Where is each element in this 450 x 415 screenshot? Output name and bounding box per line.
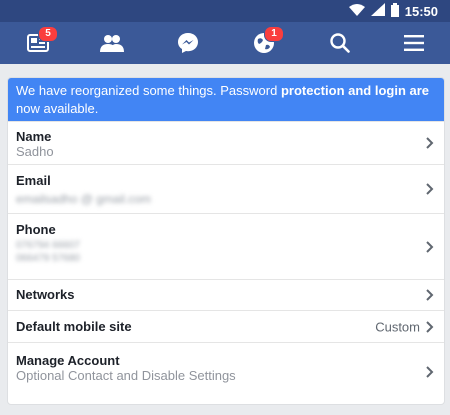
row-title-networks: Networks (16, 287, 75, 302)
row-value-default-site: Custom (375, 319, 420, 334)
feed-badge: 5 (38, 26, 58, 42)
signal-icon (370, 3, 385, 19)
clock: 15:50 (404, 3, 438, 19)
search-icon[interactable] (326, 29, 354, 57)
row-title-email: Email (16, 173, 51, 188)
row-title-name: Name (16, 129, 52, 144)
status-bar: 15:50 (0, 0, 450, 22)
friends-icon[interactable] (98, 29, 126, 57)
top-nav-bar: 5 1 (0, 22, 450, 64)
settings-row-name[interactable]: Name Sadho (8, 121, 444, 164)
news-feed-icon[interactable]: 5 (24, 26, 58, 57)
notice-text-end: now available. (16, 101, 99, 116)
row-value-phone-2: 066479 57680 (16, 253, 80, 264)
row-title-default-site: Default mobile site (16, 319, 132, 334)
row-title-manage: Manage Account (16, 353, 120, 368)
chevron-right-icon (426, 320, 434, 333)
notice-text-start: We have reorganized some things. Passwor… (16, 83, 281, 98)
settings-row-manage-account[interactable]: Manage Account Optional Contact and Disa… (8, 342, 444, 400)
globe-notifications-icon[interactable]: 1 (250, 26, 284, 57)
account-settings-card: We have reorganized some things. Passwor… (7, 77, 445, 405)
menu-icon[interactable] (400, 29, 428, 57)
chevron-right-icon (426, 240, 434, 253)
chevron-right-icon (426, 137, 434, 149)
notice-text-bold: protection and login are (280, 83, 430, 98)
row-title-phone: Phone (16, 222, 56, 237)
notice-banner: We have reorganized some things. Passwor… (8, 78, 444, 121)
settings-row-networks[interactable]: Networks (8, 279, 444, 310)
chevron-right-icon (426, 289, 434, 301)
settings-row-email[interactable]: Email emailsadho @ gmail.com (8, 164, 444, 213)
row-value-email: emailsadho @ gmail.com (16, 192, 151, 206)
row-value-manage: Optional Contact and Disable Settings (16, 368, 236, 383)
settings-row-phone[interactable]: Phone 076794 66607 066479 57680 (8, 213, 444, 279)
battery-icon (390, 2, 399, 20)
status-icons: 15:50 (348, 2, 438, 20)
wifi-icon (348, 3, 365, 19)
notifications-badge: 1 (264, 26, 284, 42)
settings-row-default-mobile-site[interactable]: Default mobile site Custom (8, 310, 444, 342)
chevron-right-icon (426, 183, 434, 195)
row-value-phone-1: 076794 66607 (16, 240, 80, 251)
chevron-right-icon (426, 365, 434, 378)
row-value-name: Sadho (16, 144, 54, 159)
messenger-icon[interactable] (174, 29, 202, 57)
